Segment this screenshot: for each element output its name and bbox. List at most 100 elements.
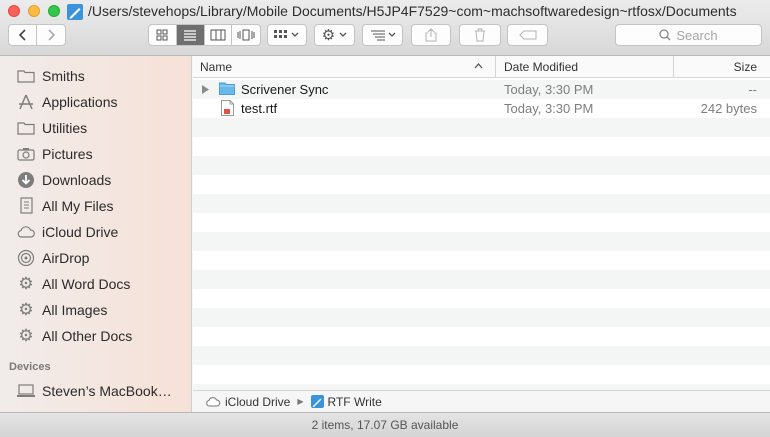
size-column-header[interactable]: Size [681,56,757,78]
file-name: test.rtf [241,101,278,116]
column-header: Name Date Modified Size [193,56,770,78]
title-bar: /Users/stevehops/Library/Mobile Document… [0,0,770,56]
sidebar-item-all-my-files[interactable]: All My Files [0,193,191,219]
share-button[interactable] [411,24,451,46]
sidebar-item-label: AirDrop [42,250,90,266]
folder-icon [219,82,235,97]
sort-ascending-icon [474,63,483,71]
chevron-down-icon [339,32,347,37]
icon-view-button[interactable] [149,25,177,45]
name-column-header[interactable]: Name [200,56,490,78]
sidebar-item-downloads[interactable]: Downloads [0,167,191,193]
sidebar-item-pictures[interactable]: Pictures [0,141,191,167]
tag-icon [518,30,536,40]
sidebar-item-label: Downloads [42,172,112,188]
zoom-button[interactable] [48,5,60,17]
airdrop-icon [16,249,36,267]
sidebar-item-icloud-drive[interactable]: iCloud Drive [0,219,191,245]
gear-icon: ⚙ [18,326,34,345]
file-list: Name Date Modified Size Scrivener Sync T… [193,56,770,390]
delete-button[interactable] [459,24,501,46]
laptop-icon [16,382,36,400]
arrange-button[interactable] [267,24,307,46]
files-icon [16,197,36,215]
sidebar-item-airdrop[interactable]: AirDrop [0,245,191,271]
close-button[interactable] [8,5,20,17]
tags-button[interactable] [507,24,548,46]
rtf-write-app-icon [310,395,324,408]
date-modified-column-header[interactable]: Date Modified [504,56,664,78]
cloud-icon [16,223,36,241]
document-icon [221,100,234,117]
folder-icon [16,67,36,85]
devices-heading: Devices [9,361,51,373]
empty-row [193,194,770,213]
file-date: Today, 3:30 PM [504,101,594,116]
rtf-write-app-icon [67,4,83,20]
search-placeholder: Search [676,27,718,43]
path-bar: iCloud Drive ▶ RTF Write [193,390,770,412]
camera-icon [16,145,36,163]
download-icon [16,171,36,189]
folder-icon [16,119,36,137]
sidebar: Smiths Applications Utilities Pictures D… [0,56,192,412]
sidebar-item-label: Pictures [42,146,93,162]
date-column-label: Date Modified [504,60,579,74]
file-size: -- [748,82,757,97]
window-title: /Users/stevehops/Library/Mobile Document… [88,3,737,19]
sort-options-button[interactable] [362,24,403,46]
sidebar-item-label: Steven’s MacBook… [42,383,172,399]
gear-icon: ⚙ [321,27,336,44]
column-divider[interactable] [495,56,496,78]
empty-row [193,270,770,289]
back-button[interactable] [9,25,37,45]
status-bar: 2 items, 17.07 GB available [0,412,770,437]
sidebar-item-label: All Word Docs [42,276,131,292]
disclosure-triangle-icon[interactable] [202,85,209,95]
view-mode-control [148,24,261,46]
cloud-icon [205,396,221,407]
sidebar-item-applications[interactable]: Applications [0,89,191,115]
minimize-button[interactable] [28,5,40,17]
file-size: 242 bytes [700,101,757,116]
empty-row [193,232,770,251]
column-view-button[interactable] [205,25,233,45]
sidebar-item-all-other-docs[interactable]: ⚙ All Other Docs [0,323,191,349]
forward-button[interactable] [37,25,65,45]
search-field[interactable]: Search [615,24,762,46]
gear-icon: ⚙ [18,300,34,319]
empty-row [193,346,770,365]
trash-icon [475,28,485,42]
empty-row [193,156,770,175]
sidebar-item-macbook[interactable]: Steven’s MacBook… [0,378,191,404]
search-icon [659,29,671,41]
sidebar-item-label: Utilities [42,120,88,136]
list-view-button[interactable] [176,25,205,45]
path-separator-icon: ▶ [297,397,304,406]
sidebar-item-label: All My Files [42,198,114,214]
table-row[interactable]: Scrivener Sync Today, 3:30 PM -- [193,80,770,99]
sidebar-item-label: All Other Docs [42,328,133,344]
sidebar-item-label: iCloud Drive [42,224,119,240]
applications-icon [16,93,36,111]
sidebar-item-label: Applications [42,94,118,110]
sidebar-item-label: All Images [42,302,108,318]
empty-row [193,308,770,327]
gear-icon: ⚙ [18,274,34,293]
sidebar-item-all-images[interactable]: ⚙ All Images [0,297,191,323]
share-icon [425,28,437,42]
sidebar-item-all-word-docs[interactable]: ⚙ All Word Docs [0,271,191,297]
sidebar-item-smiths[interactable]: Smiths [0,63,191,89]
empty-row [193,118,770,137]
size-column-label: Size [733,60,757,74]
column-divider[interactable] [673,56,674,78]
sidebar-item-utilities[interactable]: Utilities [0,115,191,141]
path-item-rtf-write[interactable]: RTF Write [328,395,382,409]
file-date: Today, 3:30 PM [504,82,594,97]
name-column-label: Name [200,60,233,74]
path-item-icloud-drive[interactable]: iCloud Drive [225,395,290,409]
action-button[interactable]: ⚙ [314,24,355,46]
table-row[interactable]: test.rtf Today, 3:30 PM 242 bytes [193,99,770,118]
sidebar-item-label: Smiths [42,68,85,84]
cover-flow-button[interactable] [232,25,260,45]
